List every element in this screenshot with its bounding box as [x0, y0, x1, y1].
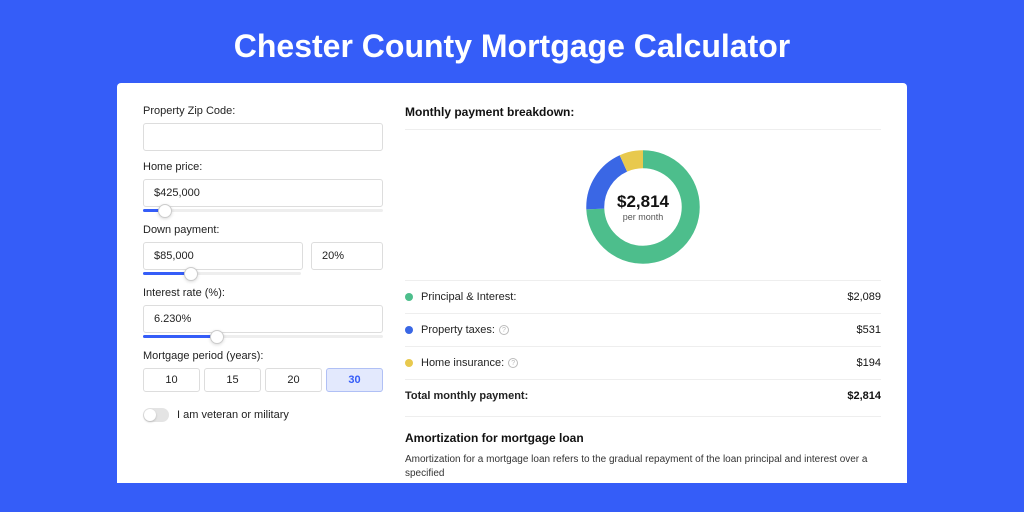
zip-label: Property Zip Code: [143, 105, 383, 117]
slider-thumb[interactable] [184, 267, 198, 281]
dot-icon [405, 293, 413, 301]
slider-thumb[interactable] [158, 204, 172, 218]
row-value: $194 [857, 357, 881, 369]
period-label: Mortgage period (years): [143, 350, 383, 362]
row-label: Total monthly payment: [405, 390, 528, 402]
donut-center-value: $2,814 [617, 192, 669, 212]
row-value: $531 [857, 324, 881, 336]
breakdown-panel: Monthly payment breakdown: $2,814 per mo… [405, 105, 881, 483]
breakdown-title: Monthly payment breakdown: [405, 105, 881, 130]
donut-chart: $2,814 per month [580, 144, 706, 270]
rate-label: Interest rate (%): [143, 287, 383, 299]
homeprice-group: Home price: [143, 161, 383, 212]
dot-icon [405, 359, 413, 367]
row-label: Property taxes: [421, 324, 495, 336]
toggle-knob [144, 409, 156, 421]
breakdown-row-insurance: Home insurance: ? $194 [405, 346, 881, 379]
downpayment-slider[interactable] [143, 272, 301, 275]
homeprice-input[interactable] [143, 179, 383, 207]
info-icon[interactable]: ? [499, 325, 509, 335]
homeprice-slider[interactable] [143, 209, 383, 212]
calculator-card: Property Zip Code: Home price: Down paym… [117, 83, 907, 483]
breakdown-row-taxes: Property taxes: ? $531 [405, 313, 881, 346]
page-title: Chester County Mortgage Calculator [0, 0, 1024, 83]
rate-group: Interest rate (%): [143, 287, 383, 338]
period-btn-30[interactable]: 30 [326, 368, 383, 392]
homeprice-label: Home price: [143, 161, 383, 173]
period-btn-10[interactable]: 10 [143, 368, 200, 392]
downpayment-group: Down payment: [143, 224, 383, 275]
breakdown-row-total: Total monthly payment: $2,814 [405, 379, 881, 412]
row-label: Principal & Interest: [421, 291, 516, 303]
row-value: $2,089 [847, 291, 881, 303]
zip-input[interactable] [143, 123, 383, 151]
dot-icon [405, 326, 413, 334]
row-value: $2,814 [847, 390, 881, 402]
breakdown-row-principal: Principal & Interest: $2,089 [405, 280, 881, 313]
row-label: Home insurance: [421, 357, 504, 369]
period-group: Mortgage period (years): 10 15 20 30 [143, 350, 383, 392]
amortization-text: Amortization for a mortgage loan refers … [405, 453, 881, 481]
donut-center-sub: per month [623, 212, 664, 222]
period-buttons: 10 15 20 30 [143, 368, 383, 392]
rate-slider[interactable] [143, 335, 383, 338]
veteran-label: I am veteran or military [177, 409, 289, 421]
info-icon[interactable]: ? [508, 358, 518, 368]
zip-group: Property Zip Code: [143, 105, 383, 151]
donut-container: $2,814 per month [405, 130, 881, 280]
downpayment-input[interactable] [143, 242, 303, 270]
period-btn-20[interactable]: 20 [265, 368, 322, 392]
veteran-toggle[interactable] [143, 408, 169, 422]
rate-input[interactable] [143, 305, 383, 333]
veteran-row: I am veteran or military [143, 408, 383, 422]
downpayment-pct-input[interactable] [311, 242, 383, 270]
form-panel: Property Zip Code: Home price: Down paym… [143, 105, 383, 483]
slider-thumb[interactable] [210, 330, 224, 344]
downpayment-label: Down payment: [143, 224, 383, 236]
period-btn-15[interactable]: 15 [204, 368, 261, 392]
amortization-title: Amortization for mortgage loan [405, 416, 881, 453]
